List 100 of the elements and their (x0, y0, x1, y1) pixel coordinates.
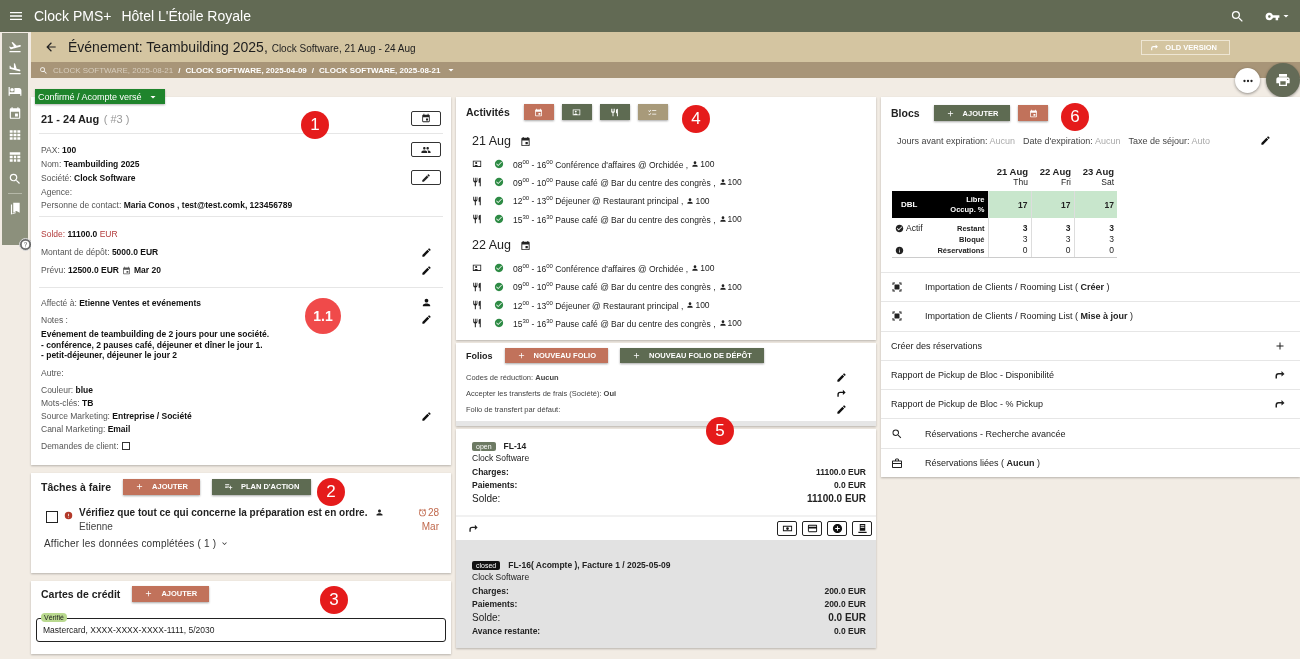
edit-icon[interactable] (835, 371, 847, 383)
weekday-heading: Thu (1013, 177, 1028, 187)
plus-icon (135, 482, 145, 491)
edit-icon[interactable] (420, 246, 432, 258)
section-title: Folios (466, 350, 493, 361)
folio-amount: 11100.0 EUR (807, 493, 866, 505)
field-text: Autre: (41, 368, 64, 378)
plane-takeoff-button[interactable] (7, 39, 23, 55)
folio-title[interactable]: FL-16( Acompte ), Facture 1 / 2025-05-09 (508, 560, 671, 571)
day-heading: 22 Aug (472, 238, 511, 253)
show-completed-link[interactable]: Afficher les données complétées ( 1 ) (31, 531, 230, 573)
plane-landing-icon (8, 62, 22, 76)
cutlery-icon (472, 299, 482, 310)
notes-label: Notes : (41, 314, 68, 325)
plus-icon (945, 108, 955, 118)
print-icon (1275, 72, 1291, 88)
activity-text[interactable]: 12$^{00}$ - 13$^{00}$ Déjeuner @ Restaurant principal , (513, 299, 684, 311)
table-button[interactable] (7, 149, 23, 165)
activity-text[interactable]: 08$^{00}$ - 16$^{00}$ Conférence d'affaires @ Orchidée , (513, 158, 689, 170)
date-heading: 21 Aug (996, 166, 1028, 177)
print-button[interactable] (1266, 63, 1300, 97)
checklist-filter-button[interactable] (637, 104, 668, 120)
edit-icon[interactable] (420, 410, 432, 422)
forward-icon[interactable] (468, 523, 479, 535)
edit-icon[interactable] (420, 264, 432, 276)
person-icon[interactable] (420, 297, 432, 308)
edit-icon[interactable] (420, 314, 432, 325)
task-checkbox[interactable] (46, 510, 58, 523)
menu-link[interactable]: Rapport de Pickup de Bloc - Disponibilité (881, 359, 1300, 390)
menu-link[interactable]: Importation de Clients / Rooming List ( Mise à jour ) (881, 301, 1300, 331)
search-button[interactable] (1230, 8, 1245, 24)
folio-label: Paiements: (472, 599, 518, 610)
info-icon (895, 245, 904, 255)
activity-text[interactable]: 15$^{30}$ - 16$^{30}$ Pause café @ Bar du centre des congrès , (513, 317, 716, 329)
menu-link[interactable]: Rapport de Pickup de Bloc - % Pickup (881, 389, 1300, 419)
activity-text[interactable]: 09$^{00}$ - 10$^{00}$ Pause café @ Bar du centre des congrès , (513, 281, 716, 293)
folio-title[interactable]: FL-14 (503, 441, 527, 452)
receipt-button[interactable] (852, 521, 872, 537)
due-day: 28 (427, 506, 439, 518)
field-text: Affecté à: Etienne Ventes et evénements (41, 297, 201, 308)
alert-icon (64, 510, 73, 520)
calendar-icon[interactable] (519, 135, 531, 147)
group-button[interactable] (411, 142, 441, 157)
calendar-icon[interactable] (519, 239, 531, 251)
checkbox[interactable] (121, 442, 130, 450)
activity-text[interactable]: 08$^{00}$ - 16$^{00}$ Conférence d'affaires @ Orchidée , (513, 262, 689, 274)
grid-icon (8, 128, 22, 142)
plane-landing-button[interactable] (7, 61, 23, 77)
activity-text[interactable]: 15$^{30}$ - 16$^{30}$ Pause café @ Bar du centre des congrès , (513, 213, 716, 225)
briefcase-icon (891, 456, 903, 469)
calendar-button[interactable] (411, 110, 441, 126)
field-text: Source Marketing: Entreprise / Société (41, 411, 192, 421)
menu-link[interactable]: Importation de Clients / Rooming List ( Créer ) (881, 272, 1300, 302)
activity-text[interactable]: 12$^{00}$ - 13$^{00}$ Déjeuner @ Restaurant principal , (513, 195, 684, 207)
meeting-filter-button[interactable] (561, 104, 592, 120)
separator: / (178, 65, 181, 75)
table-cell: 0 (988, 245, 1031, 258)
credit-card-icon (806, 523, 818, 535)
menu-link[interactable]: Réservations liées ( Aucun ) (881, 447, 1300, 478)
number-marker: 4 (682, 105, 710, 133)
person-icon (718, 178, 727, 187)
info-text: Date d'expiration: Aucun (1023, 135, 1121, 146)
cash-button[interactable] (777, 521, 797, 537)
search-button[interactable] (7, 171, 23, 187)
status-dropdown[interactable]: Confirmé / Acompte versé (35, 89, 165, 104)
activity-text[interactable]: 09$^{00}$ - 10$^{00}$ Pause café @ Bar du centre des congrès , (513, 177, 716, 188)
pax-count: 100 (727, 214, 742, 225)
food-filter-button[interactable] (599, 104, 630, 120)
edit-icon[interactable] (835, 403, 847, 415)
search-icon (891, 427, 903, 440)
section-title: Tâches à faire (41, 480, 112, 493)
number-marker: 1 (301, 111, 329, 139)
edit-icon (421, 172, 431, 183)
calendar-filter-button[interactable] (523, 104, 554, 120)
table-cell: 3 (988, 218, 1031, 233)
grid-button[interactable] (7, 127, 23, 143)
edit-button[interactable] (411, 170, 441, 185)
cutlery-icon (472, 281, 482, 292)
edit-icon[interactable] (1259, 135, 1271, 146)
date-heading: 23 Aug (1082, 166, 1114, 177)
more-button[interactable] (1235, 68, 1260, 93)
info-text: Taxe de séjour: Auto (1128, 135, 1210, 146)
cutlery-icon (472, 214, 482, 225)
number-marker: 5 (706, 417, 734, 446)
date-heading: 22 Aug (1039, 166, 1071, 177)
card-button[interactable] (802, 521, 822, 537)
weekday-heading: Sat (1101, 177, 1114, 187)
folio-amount: 200.0 EUR (824, 599, 866, 610)
back-button[interactable] (44, 40, 58, 54)
cutlery-icon (472, 318, 482, 329)
table-cell: 3 (1031, 233, 1074, 245)
menu-link[interactable]: Créer des réservations (881, 330, 1300, 360)
person-icon (691, 264, 700, 273)
pax-count: 100 (727, 177, 742, 188)
forward-icon[interactable] (835, 387, 847, 399)
add-button[interactable] (827, 521, 847, 537)
calendar-icon (1028, 108, 1038, 118)
presentation-icon (572, 107, 582, 117)
menu-link[interactable]: Réservations - Recherche avancée (881, 418, 1300, 448)
table-cell: 0 (1074, 245, 1117, 258)
